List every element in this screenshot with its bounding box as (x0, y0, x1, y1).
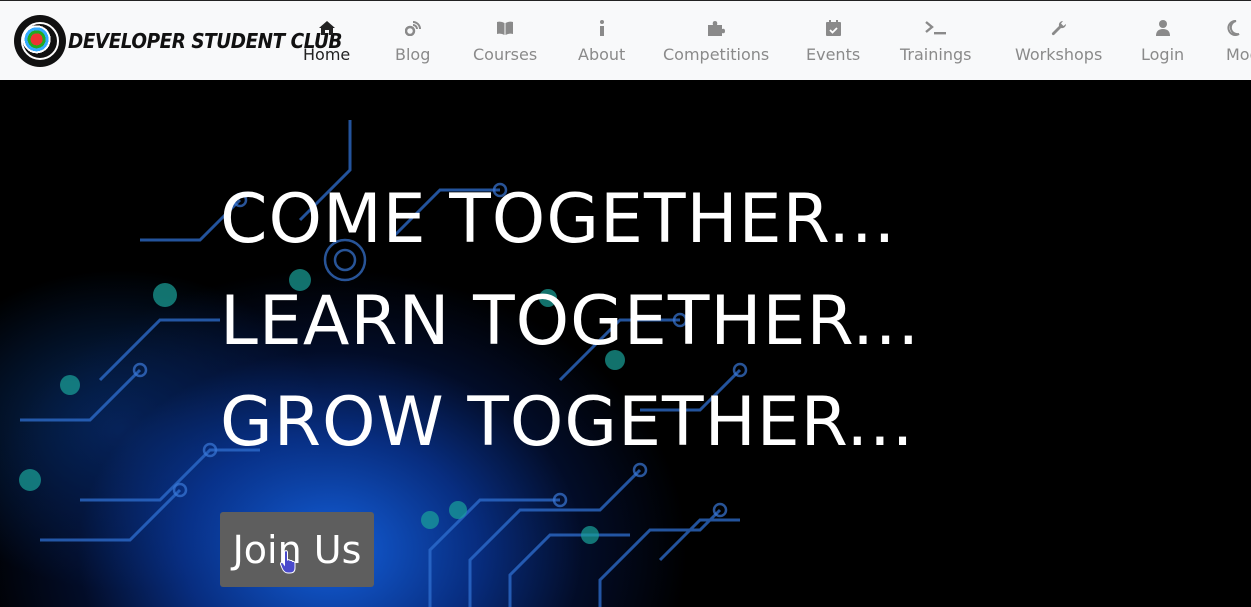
nav-item-courses[interactable]: Courses (473, 17, 537, 64)
wrench-icon (1051, 17, 1067, 39)
navbar: DEVELOPER STUDENT CLUB Home Blog Courses… (0, 0, 1251, 80)
hero-line-1: COME TOGETHER... (220, 180, 897, 259)
info-icon (599, 17, 605, 39)
hero-line-3: GROW TOGETHER... (220, 383, 915, 462)
home-icon (318, 17, 336, 39)
nav-label-trainings: Trainings (900, 45, 972, 64)
nav-item-home[interactable]: Home (303, 17, 350, 64)
nav-item-login[interactable]: Login (1141, 17, 1184, 64)
blog-icon (404, 17, 421, 39)
nav-label-courses: Courses (473, 45, 538, 64)
club-logo (14, 15, 66, 67)
nav-item-competitions[interactable]: Competitions (663, 17, 769, 64)
nav-label-mode: Mode (1226, 45, 1251, 64)
nav-label-competitions: Competitions (663, 45, 770, 64)
nav-item-blog[interactable]: Blog (395, 17, 430, 64)
nav-item-events[interactable]: Events (806, 17, 860, 64)
nav-label-events: Events (806, 45, 861, 64)
moon-icon (1226, 17, 1240, 39)
brand-name: DEVELOPER STUDENT CLUB (68, 29, 343, 53)
user-icon (1155, 17, 1170, 39)
hero-banner: COME TOGETHER... LEARN TOGETHER... GROW … (0, 80, 1251, 607)
puzzle-icon (707, 17, 726, 39)
terminal-icon (924, 17, 947, 39)
nav-label-login: Login (1141, 45, 1185, 64)
calendar-icon (825, 17, 841, 39)
nav-item-trainings[interactable]: Trainings (900, 17, 971, 64)
hand-cursor-icon (280, 550, 296, 574)
hero-line-2: LEARN TOGETHER... (220, 282, 921, 361)
nav-label-about: About (578, 45, 626, 64)
nav-label-blog: Blog (395, 45, 431, 64)
book-icon (496, 17, 514, 39)
nav-label-workshops: Workshops (1015, 45, 1103, 64)
nav-item-about[interactable]: About (578, 17, 625, 64)
nav-item-workshops[interactable]: Workshops (1015, 17, 1102, 64)
nav-label-home: Home (303, 45, 351, 64)
nav-item-mode[interactable]: Mode (1226, 17, 1251, 64)
